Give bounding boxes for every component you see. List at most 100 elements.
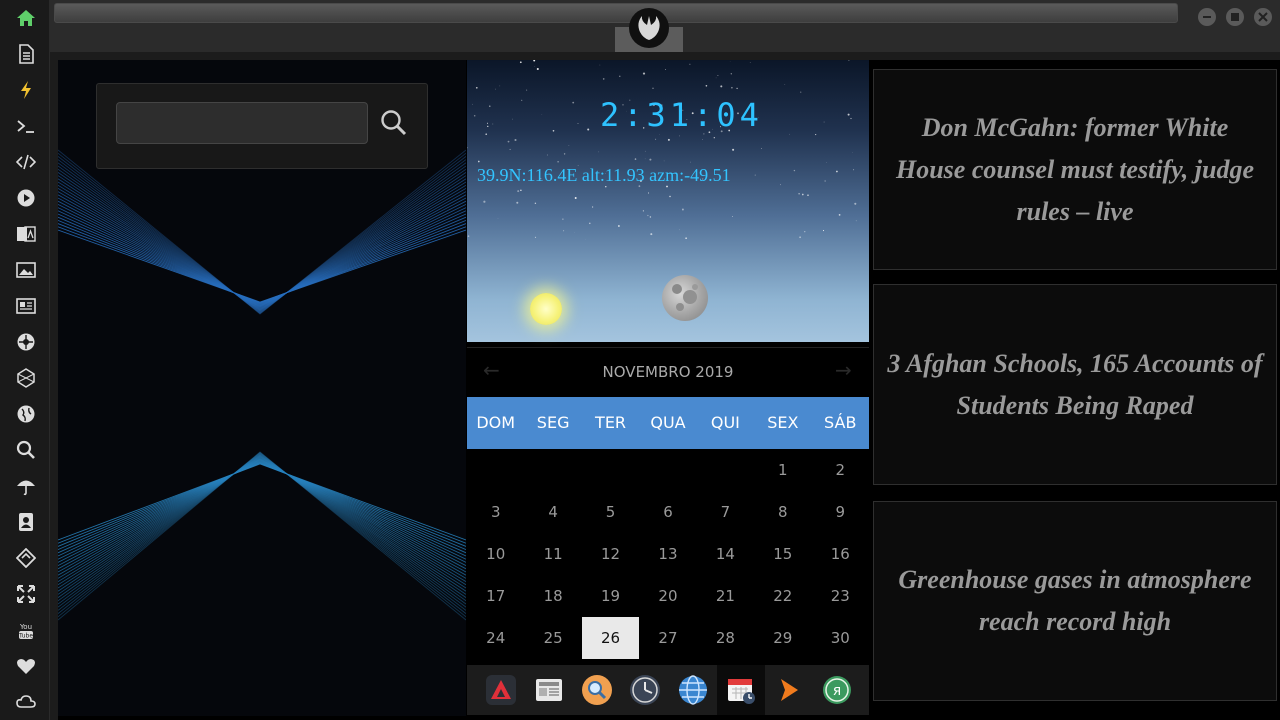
news-card[interactable]: Don McGahn: former White House counsel m… xyxy=(873,69,1277,270)
calendar-day[interactable]: 14 xyxy=(697,533,754,575)
svg-text:Tube: Tube xyxy=(18,633,33,640)
calendar-day xyxy=(582,449,639,491)
tag-icon[interactable] xyxy=(13,545,39,571)
yandex-app-icon[interactable]: я xyxy=(813,665,861,715)
calendar-day[interactable]: 29 xyxy=(754,617,811,659)
calendar-week: 24 25 26 27 28 29 30 xyxy=(467,617,869,659)
calendar-week: 17 18 19 20 21 22 23 xyxy=(467,575,869,617)
image-icon[interactable] xyxy=(13,257,39,283)
umbrella-icon[interactable] xyxy=(13,473,39,499)
calendar-day[interactable]: 8 xyxy=(754,491,811,533)
calendar-day[interactable]: 25 xyxy=(524,617,581,659)
calendar-day[interactable]: 7 xyxy=(697,491,754,533)
orange-arrow-app-icon[interactable] xyxy=(765,665,813,715)
calendar-weekday-header: DOM SEG TER QUA QUI SEX SÁB xyxy=(467,397,869,449)
terminal-icon[interactable] xyxy=(13,113,39,139)
maximize-button[interactable] xyxy=(1226,8,1244,26)
red-triangle-app-icon[interactable] xyxy=(477,665,525,715)
calendar-day[interactable]: 30 xyxy=(812,617,869,659)
calendar-day xyxy=(524,449,581,491)
top-progress-bar xyxy=(54,3,1178,23)
calendar-day[interactable]: 18 xyxy=(524,575,581,617)
calendar-week: 1 2 xyxy=(467,449,869,491)
calendar-day-today[interactable]: 26 xyxy=(581,617,640,659)
news-card[interactable]: 3 Afghan Schools, 165 Accounts of Studen… xyxy=(873,284,1277,485)
contacts-icon[interactable] xyxy=(13,509,39,535)
expand-icon[interactable] xyxy=(13,581,39,607)
top-bar xyxy=(50,0,1280,52)
calendar-day xyxy=(697,449,754,491)
cloud-icon[interactable] xyxy=(13,689,39,715)
weekday-label: SEG xyxy=(536,413,570,432)
news-app-icon[interactable] xyxy=(525,665,573,715)
calendar-day[interactable]: 12 xyxy=(582,533,639,575)
app-sidebar: You Tube xyxy=(0,0,50,720)
calendar-day[interactable]: 20 xyxy=(639,575,696,617)
translate-icon[interactable] xyxy=(13,221,39,247)
calendar-day[interactable]: 13 xyxy=(639,533,696,575)
news-headline: 3 Afghan Schools, 165 Accounts of Studen… xyxy=(887,348,1263,420)
calendar-day[interactable]: 21 xyxy=(697,575,754,617)
weekday-label: QUA xyxy=(650,413,686,432)
calendar-day[interactable]: 10 xyxy=(467,533,524,575)
calendar-day[interactable]: 11 xyxy=(524,533,581,575)
calendar-day[interactable]: 3 xyxy=(467,491,524,533)
calendar-day[interactable]: 4 xyxy=(524,491,581,533)
svg-text:You: You xyxy=(19,623,32,631)
search-button[interactable] xyxy=(376,104,412,142)
empire-icon[interactable] xyxy=(13,365,39,391)
calendar-day[interactable]: 6 xyxy=(639,491,696,533)
globe-icon[interactable] xyxy=(13,401,39,427)
heart-icon[interactable] xyxy=(13,653,39,679)
calendar-day[interactable]: 24 xyxy=(467,617,524,659)
calendar-day[interactable]: 23 xyxy=(812,575,869,617)
calendar-day[interactable]: 28 xyxy=(697,617,754,659)
calendar-day[interactable]: 1 xyxy=(754,449,811,491)
newspaper-icon[interactable] xyxy=(13,293,39,319)
weekday-label: SEX xyxy=(767,413,799,432)
calendar-day[interactable]: 5 xyxy=(582,491,639,533)
calendar-day[interactable]: 17 xyxy=(467,575,524,617)
magnifier-icon xyxy=(381,110,407,136)
clock-app-icon[interactable] xyxy=(621,665,669,715)
calendar-month-title: NOVEMBRO 2019 xyxy=(602,363,734,381)
svg-text:я: я xyxy=(833,683,841,699)
calendar-day[interactable]: 16 xyxy=(812,533,869,575)
globe-app-icon[interactable] xyxy=(669,665,717,715)
calendar-day[interactable]: 27 xyxy=(639,617,696,659)
lightning-icon[interactable] xyxy=(13,77,39,103)
weekday-label: QUI xyxy=(710,413,740,432)
rebel-logo-icon[interactable] xyxy=(629,8,669,48)
calendar-day xyxy=(639,449,696,491)
news-card[interactable]: Greenhouse gases in atmosphere reach rec… xyxy=(873,501,1277,701)
sun-icon xyxy=(530,293,562,325)
search-input[interactable] xyxy=(116,102,368,144)
weekday-label: SÁB xyxy=(824,413,857,432)
search-app-icon[interactable] xyxy=(573,665,621,715)
digital-clock: 2:31:04 xyxy=(600,96,763,134)
play-icon[interactable] xyxy=(13,185,39,211)
document-icon[interactable] xyxy=(13,41,39,67)
rebel-icon[interactable] xyxy=(13,329,39,355)
calendar-day xyxy=(467,449,524,491)
search-icon[interactable] xyxy=(13,437,39,463)
calendar-app-icon[interactable] xyxy=(717,665,765,715)
calendar-day[interactable]: 15 xyxy=(754,533,811,575)
calendar-day[interactable]: 22 xyxy=(754,575,811,617)
moon-icon xyxy=(662,275,708,321)
youtube-icon[interactable]: You Tube xyxy=(13,617,39,643)
app-dock: я xyxy=(467,665,869,715)
calendar-grid: 1 2 3 4 5 6 7 8 9 10 11 12 13 14 15 16 1… xyxy=(467,449,869,659)
calendar-day[interactable]: 9 xyxy=(812,491,869,533)
close-button[interactable] xyxy=(1254,8,1272,26)
news-headline: Don McGahn: former White House counsel m… xyxy=(896,112,1254,226)
home-icon[interactable] xyxy=(13,5,39,31)
code-icon[interactable] xyxy=(13,149,39,175)
weekday-label: TER xyxy=(595,413,627,432)
calendar-day[interactable]: 2 xyxy=(812,449,869,491)
news-headline: Greenhouse gases in atmosphere reach rec… xyxy=(898,565,1252,636)
sky-coordinates: 39.9N:116.4E alt:11.93 azm:-49.51 xyxy=(477,165,731,185)
minimize-button[interactable] xyxy=(1198,8,1216,26)
calendar-day[interactable]: 19 xyxy=(582,575,639,617)
calendar-week: 3 4 5 6 7 8 9 xyxy=(467,491,869,533)
